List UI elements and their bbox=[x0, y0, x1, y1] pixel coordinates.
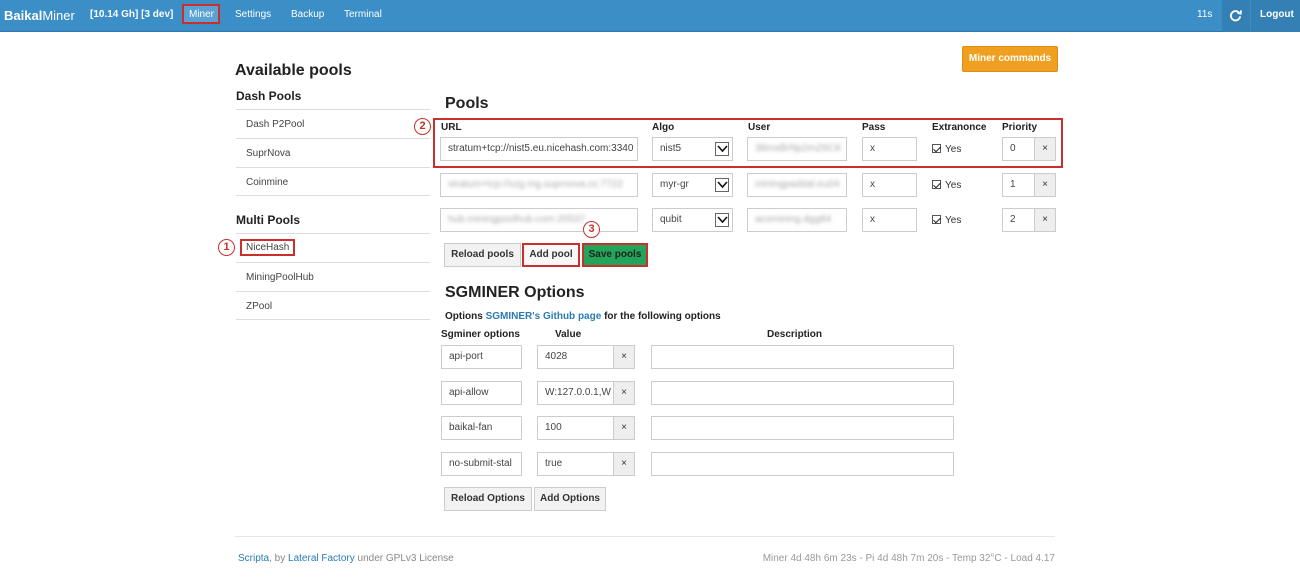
col-algo: Algo bbox=[652, 122, 675, 133]
dash-pools-heading: Dash Pools bbox=[236, 89, 302, 103]
option-value-input[interactable]: 100 bbox=[537, 416, 614, 440]
remove-option-button[interactable]: × bbox=[613, 416, 635, 440]
reload-pools-button[interactable]: Reload pools bbox=[444, 243, 521, 267]
available-pools-title: Available pools bbox=[235, 62, 352, 79]
annotation-marker-1: 1 bbox=[218, 239, 235, 256]
pool-item-dash-p2pool[interactable]: Dash P2Pool bbox=[236, 109, 430, 138]
remove-option-button[interactable]: × bbox=[613, 452, 635, 476]
remove-pool-button[interactable]: × bbox=[1034, 137, 1056, 161]
remove-pool-button[interactable]: × bbox=[1034, 173, 1056, 197]
option-description-input[interactable] bbox=[651, 345, 954, 369]
pool-user-input[interactable]: miningpaddal.eu04 bbox=[747, 173, 847, 197]
remove-option-button[interactable]: × bbox=[613, 381, 635, 405]
pool-pass-input[interactable]: x bbox=[862, 173, 917, 197]
brand-logo[interactable]: BaikalMiner bbox=[4, 8, 75, 23]
nav-terminal[interactable]: Terminal bbox=[344, 9, 382, 20]
option-value-input[interactable]: 4028 bbox=[537, 345, 614, 369]
col-user: User bbox=[748, 122, 771, 133]
add-options-button[interactable]: Add Options bbox=[534, 487, 606, 511]
add-pool-button[interactable]: Add pool bbox=[522, 243, 580, 267]
option-description-input[interactable] bbox=[651, 416, 954, 440]
remove-pool-button[interactable]: × bbox=[1034, 208, 1056, 232]
check-icon bbox=[932, 180, 941, 189]
col-priority: Priority bbox=[1002, 122, 1038, 133]
nav-backup[interactable]: Backup bbox=[291, 9, 324, 20]
nav-miner[interactable]: Miner bbox=[189, 9, 214, 20]
option-name-input[interactable]: no-submit-stal bbox=[441, 452, 522, 476]
option-name-input[interactable]: api-allow bbox=[441, 381, 522, 405]
pool-item-coinmine[interactable]: Coinmine bbox=[236, 167, 430, 196]
sgminer-options-note: Options SGMINER's Github page for the fo… bbox=[445, 311, 721, 322]
col-extranonce: Extranonce bbox=[932, 122, 987, 133]
pool-url-input[interactable]: stratum+tcp://xzg.mg.suprnova.cc:7722 bbox=[440, 173, 638, 197]
option-name-input[interactable]: api-port bbox=[441, 345, 522, 369]
pool-pass-input[interactable]: x bbox=[862, 208, 917, 232]
check-icon bbox=[932, 215, 941, 224]
option-description-input[interactable] bbox=[651, 381, 954, 405]
save-pools-button[interactable]: Save pools bbox=[582, 243, 648, 267]
pool-item-nicehash[interactable]: NiceHash bbox=[236, 233, 430, 262]
extranonce-checkbox[interactable]: Yes bbox=[932, 144, 961, 155]
pool-algo-select[interactable]: qubit bbox=[652, 208, 733, 232]
miner-commands-button[interactable]: Miner commands bbox=[962, 46, 1058, 72]
col-description: Description bbox=[767, 329, 823, 340]
pools-title: Pools bbox=[445, 95, 489, 112]
pool-priority-input[interactable]: 0 bbox=[1002, 137, 1035, 161]
extranonce-checkbox[interactable]: Yes bbox=[932, 215, 961, 226]
sgminer-github-link[interactable]: SGMINER's Github page bbox=[486, 311, 602, 322]
annotation-marker-2: 2 bbox=[414, 118, 431, 135]
pool-item-suprnova[interactable]: SuprNova bbox=[236, 138, 430, 167]
scripta-link[interactable]: Scripta bbox=[238, 553, 269, 564]
reload-options-button[interactable]: Reload Options bbox=[444, 487, 532, 511]
pool-priority-input[interactable]: 1 bbox=[1002, 173, 1035, 197]
col-url: URL bbox=[441, 122, 462, 133]
pool-user-input[interactable]: acomining.dgg84 bbox=[747, 208, 847, 232]
refresh-timer: 11s bbox=[1197, 9, 1213, 20]
pool-priority-input[interactable]: 2 bbox=[1002, 208, 1035, 232]
refresh-icon bbox=[1229, 10, 1242, 22]
col-pass: Pass bbox=[862, 122, 886, 133]
multi-pools-heading: Multi Pools bbox=[236, 213, 300, 227]
pool-url-input[interactable]: hub.miningpoolhub.com:20537 bbox=[440, 208, 638, 232]
sgminer-options-title: SGMINER Options bbox=[445, 284, 585, 301]
pool-algo-select[interactable]: myr-gr bbox=[652, 173, 733, 197]
hashrate-status: [10.14 Gh] [3 dev] bbox=[90, 9, 174, 20]
logout-button[interactable]: Logout bbox=[1251, 0, 1300, 32]
option-description-input[interactable] bbox=[651, 452, 954, 476]
chevron-down-icon bbox=[715, 178, 729, 192]
pool-item-zpool[interactable]: ZPool bbox=[236, 291, 430, 320]
option-value-input[interactable]: W:127.0.0.1,W bbox=[537, 381, 614, 405]
extranonce-checkbox[interactable]: Yes bbox=[932, 180, 961, 191]
footer-credits: Scripta, by Lateral Factory under GPLv3 … bbox=[238, 553, 454, 564]
pool-algo-select[interactable]: nist5 bbox=[652, 137, 733, 161]
option-name-input[interactable]: baikal-fan bbox=[441, 416, 522, 440]
chevron-down-icon bbox=[715, 213, 729, 227]
multi-pools-list: NiceHash MiningPoolHub ZPool bbox=[236, 233, 430, 320]
pool-pass-input[interactable]: x bbox=[862, 137, 917, 161]
footer-divider bbox=[235, 536, 1055, 537]
annotation-marker-3: 3 bbox=[583, 221, 600, 238]
lateral-factory-link[interactable]: Lateral Factory bbox=[288, 553, 355, 564]
remove-option-button[interactable]: × bbox=[613, 345, 635, 369]
col-sgminer-options: Sgminer options bbox=[441, 329, 520, 340]
pool-user-input[interactable]: 38mxBrNp2mZ6C8 bbox=[747, 137, 847, 161]
refresh-button[interactable] bbox=[1222, 0, 1250, 32]
nav-settings[interactable]: Settings bbox=[235, 9, 271, 20]
check-icon bbox=[932, 144, 941, 153]
pool-item-miningpoolhub[interactable]: MiningPoolHub bbox=[236, 262, 430, 291]
col-value: Value bbox=[555, 329, 582, 340]
dash-pools-list: Dash P2Pool SuprNova Coinmine bbox=[236, 109, 430, 196]
footer-stats: Miner 4d 48h 6m 23s - Pi 4d 48h 7m 20s -… bbox=[762, 553, 1055, 564]
option-value-input[interactable]: true bbox=[537, 452, 614, 476]
chevron-down-icon bbox=[715, 142, 729, 156]
pool-url-input[interactable]: stratum+tcp://nist5.eu.nicehash.com:3340 bbox=[440, 137, 638, 161]
navbar: BaikalMiner [10.14 Gh] [3 dev] Miner Set… bbox=[0, 0, 1300, 32]
